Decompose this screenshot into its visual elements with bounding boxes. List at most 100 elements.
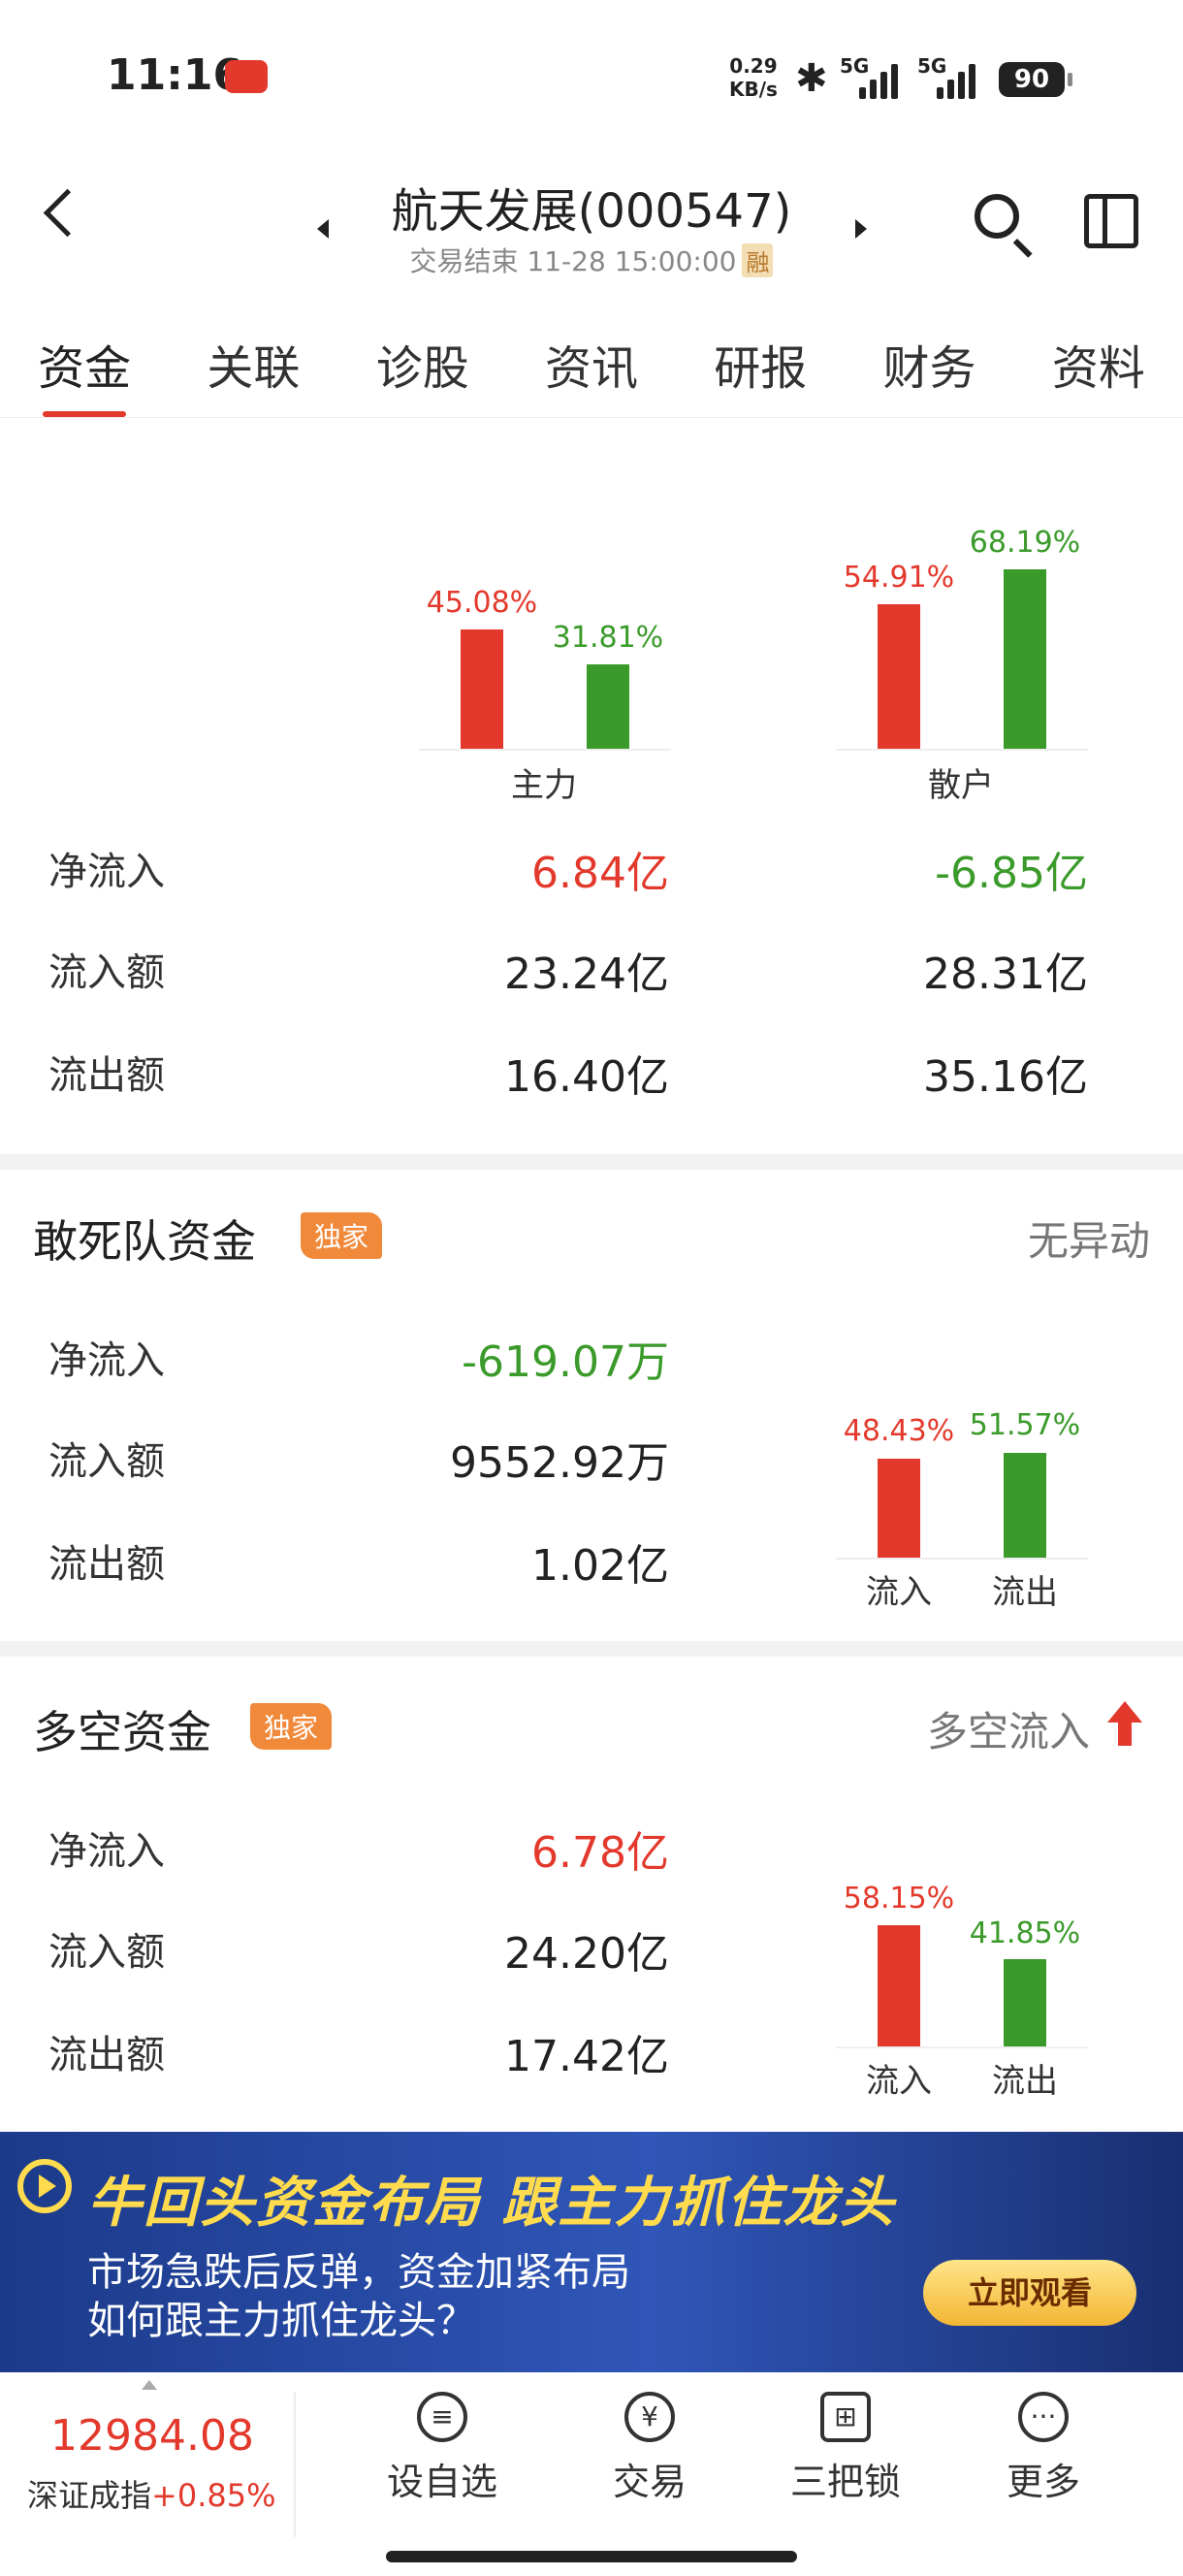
ls-inflow-pct: 58.15% [843,1882,955,1916]
index-value[interactable]: 12984.08 [50,2411,254,2461]
tab-related[interactable]: 关联 [207,301,300,417]
retail-net-inflow: -6.85亿 [935,849,1088,898]
dare-outflow: 1.02亿 [531,1541,669,1591]
nav-label: 更多 [1006,2461,1080,2503]
yuan-icon: ¥ [624,2392,675,2442]
list-icon: ≡ [417,2392,467,2442]
main-outflow-bar [587,664,629,749]
ls-net-inflow: 6.78亿 [531,1828,669,1878]
retail-inflow-pct: 54.91% [843,561,955,595]
nav-three-locks[interactable]: ⊞ 三把锁 [758,2392,933,2505]
dare-net-inflow-label: 净流入 [48,1338,165,1383]
nav-label: 三把锁 [789,2461,901,2503]
ls-inflow: 24.20亿 [504,1929,669,1979]
dare-inflow: 9552.92万 [450,1438,669,1488]
nav-add-watchlist[interactable]: ≡ 设自选 [355,2392,529,2505]
home-indicator [386,2551,797,2562]
bluetooth-icon: ✱ [795,56,828,101]
trade-status-text: 交易结束 11-28 15:00:00 [409,245,737,277]
exclusive-badge: 独家 [301,1212,383,1259]
index-info[interactable]: 深证成指+0.85% [27,2471,275,2516]
dare-inflow-label: 流入额 [48,1439,165,1484]
section-divider [0,1154,1183,1170]
main-inflow: 23.24亿 [504,950,669,999]
nav-label: 设自选 [386,2461,497,2503]
more-icon: ··· [1018,2392,1069,2442]
ls-outflow-axis-label: 流出 [992,2062,1058,2101]
net-speed-value: 0.29 [729,54,778,78]
dare-outflow-bar [1004,1453,1046,1558]
divider [294,2392,296,2537]
tab-news[interactable]: 资讯 [545,301,638,417]
search-icon[interactable] [975,194,1019,239]
main-axis [419,749,671,751]
nav-trade[interactable]: ¥ 交易 [562,2392,737,2505]
dare-fund-status: 无异动 [1027,1217,1150,1265]
tab-finance[interactable]: 财务 [883,301,976,417]
dare-fund-title: 敢死队资金 [33,1215,256,1268]
main-inflow-pct: 45.08% [426,586,538,620]
banner-line2: 如何跟主力抓住龙头？ [87,2299,475,2343]
ls-outflow-label: 流出额 [48,2033,165,2077]
nav-more[interactable]: ··· 更多 [956,2392,1131,2505]
landscape-toggle-icon[interactable] [1084,194,1138,248]
play-icon [17,2159,72,2213]
index-name: 深证成指 [27,2477,152,2514]
retail-outflow: 35.16亿 [923,1052,1088,1102]
index-change: +0.85% [151,2477,276,2514]
exclusive-badge: 独家 [250,1703,333,1750]
main-inflow-bar [461,629,503,749]
tab-bar: 资金 关联 诊股 资讯 研报 财务 资料 [0,301,1183,418]
ls-outflow: 17.42亿 [504,2032,669,2081]
dare-inflow-bar [878,1459,920,1558]
signal1-icon [859,62,898,99]
main-outflow-pct: 31.81% [552,621,664,655]
watch-now-button[interactable]: 立即观看 [923,2260,1136,2326]
dare-axis [836,1558,1088,1560]
ls-inflow-axis-label: 流入 [866,2062,932,2101]
retail-chart-label: 散户 [928,766,994,805]
net-speed: 0.29 KB/s [729,54,778,101]
expand-caret-icon[interactable] [142,2380,157,2390]
tab-diagnosis[interactable]: 诊股 [376,301,469,417]
status-bar: 11:16 0.29 KB/s ✱ 5G 5G 90 [0,0,1183,155]
up-arrow-icon [1107,1701,1142,1746]
longshort-status: 多空流入 [926,1708,1090,1755]
retail-axis [836,749,1088,751]
clock: 11:16 [107,50,243,100]
signal2-icon [937,62,975,99]
ls-outflow-pct: 41.85% [969,1916,1081,1950]
main-outflow: 16.40亿 [504,1052,669,1102]
main-chart-label: 主力 [511,766,577,805]
outflow-label: 流出额 [48,1053,165,1098]
dare-net-inflow: -619.07万 [462,1337,669,1387]
tab-fund[interactable]: 资金 [38,301,131,417]
app-notification-icon [225,60,268,93]
retail-outflow-bar [1004,569,1046,749]
ls-inflow-bar [878,1925,920,2046]
net-inflow-label: 净流入 [48,850,165,894]
margin-badge: 融 [742,243,774,277]
retail-inflow-bar [878,604,920,749]
dare-outflow-label: 流出额 [48,1542,165,1587]
inflow-label: 流入额 [48,950,165,995]
tab-profile[interactable]: 资料 [1052,301,1145,417]
dare-inflow-axis-label: 流入 [866,1573,932,1612]
retail-inflow: 28.31亿 [923,950,1088,999]
ls-inflow-label: 流入额 [48,1930,165,1975]
ls-net-inflow-label: 净流入 [48,1829,165,1874]
banner-headline: 牛回头资金布局 跟主力抓住龙头 [87,2172,896,2235]
tab-research[interactable]: 研报 [714,301,807,417]
net-speed-unit: KB/s [729,78,778,101]
dare-inflow-pct: 48.43% [843,1414,955,1448]
main-net-inflow: 6.84亿 [531,849,669,898]
next-stock-icon[interactable] [855,219,867,239]
dare-outflow-axis-label: 流出 [992,1573,1058,1612]
nav-label: 交易 [612,2461,687,2503]
retail-outflow-pct: 68.19% [969,526,1081,560]
ls-axis [836,2046,1088,2048]
ls-outflow-bar [1004,1959,1046,2046]
promo-banner[interactable]: 牛回头资金布局 跟主力抓住龙头 市场急跌后反弹，资金加紧布局 如何跟主力抓住龙头… [0,2132,1183,2372]
stock-header: 航天发展(000547) 交易结束 11-28 15:00:00 融 [0,155,1183,301]
trade-status: 交易结束 11-28 15:00:00 融 [0,241,1183,279]
